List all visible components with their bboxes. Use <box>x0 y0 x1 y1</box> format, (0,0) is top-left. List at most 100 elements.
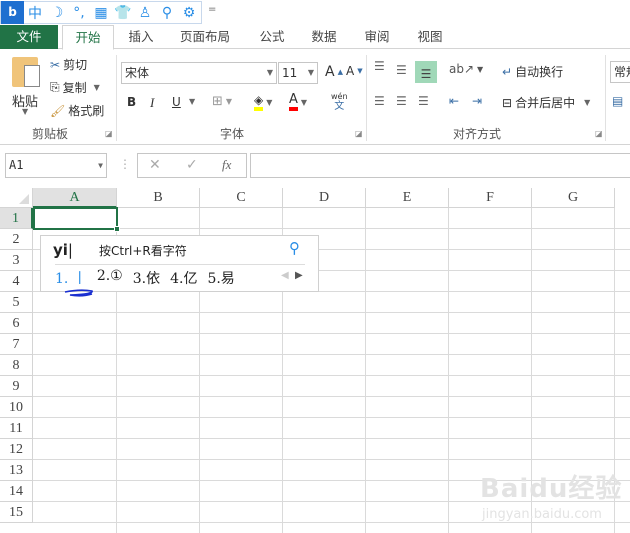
borders-icon[interactable]: ⊞ ▼ <box>212 94 232 109</box>
column-header-e[interactable]: E <box>366 188 449 208</box>
ime-toolbar: b 中 ☽ °, ▦ 👕 ♙ ⚲ ⚙ <box>0 1 202 24</box>
row-header-14[interactable]: 14 <box>0 481 33 502</box>
ime-candidate[interactable]: 5.易 <box>207 268 234 288</box>
tab-insert[interactable]: 插入 <box>118 25 164 49</box>
customize-quick-access-icon[interactable]: = <box>208 4 216 15</box>
align-center-icon[interactable]: ☰ <box>396 94 407 108</box>
soft-keyboard-icon[interactable]: ▦ <box>90 5 112 21</box>
skin-shirt-icon[interactable]: 👕 <box>112 5 134 21</box>
row-header-13[interactable]: 13 <box>0 460 33 481</box>
row-header-5[interactable]: 5 <box>0 292 33 313</box>
currency-format-icon[interactable]: ▤ <box>612 94 623 108</box>
wrap-text-button[interactable]: ↵ 自动换行 <box>502 63 563 80</box>
insert-function-icon[interactable]: fx <box>222 157 231 173</box>
copy-button[interactable]: ⎘ 复制 ▼ <box>50 79 100 96</box>
row-header-6[interactable]: 6 <box>0 313 33 334</box>
settings-gear-icon[interactable]: ⚙ <box>178 5 200 21</box>
paste-dropdown-icon[interactable]: ▼ <box>22 107 28 116</box>
selected-cell-a1[interactable] <box>33 207 120 232</box>
ime-candidate[interactable]: 1. 丨 <box>55 268 87 288</box>
next-page-icon[interactable]: ▶ <box>295 270 303 281</box>
enter-icon[interactable]: ✓ <box>186 157 198 173</box>
format-painter-button[interactable]: 🖌 格式刷 <box>50 102 104 119</box>
row-header-15[interactable]: 15 <box>0 502 33 523</box>
column-header-c[interactable]: C <box>200 188 283 208</box>
row-header-7[interactable]: 7 <box>0 334 33 355</box>
row-gridline <box>33 459 630 460</box>
tab-formulas[interactable]: 公式 <box>250 25 294 49</box>
ime-logo-icon[interactable]: b <box>1 1 24 24</box>
row-header-9[interactable]: 9 <box>0 376 33 397</box>
fill-color-button[interactable]: ◈ ▼ <box>254 93 272 111</box>
formula-input[interactable] <box>250 153 630 178</box>
format-painter-label: 格式刷 <box>68 104 105 118</box>
column-header-g[interactable]: G <box>532 188 615 208</box>
font-launcher-icon[interactable]: ◪ <box>355 129 363 138</box>
ribbon: 粘贴 ▼ ✂ 剪切 ⎘ 复制 ▼ 🖌 格式刷 剪贴板 ◪ 宋体 ▼ 11 ▼ A ▲ A ▼ B… <box>0 49 630 145</box>
italic-button[interactable]: I <box>150 95 154 111</box>
alignment-launcher-icon[interactable]: ◪ <box>595 129 603 138</box>
cancel-icon[interactable]: ✕ <box>149 157 161 173</box>
decrease-indent-icon[interactable]: ⇤ <box>449 94 459 108</box>
column-header-a[interactable]: A <box>33 188 117 208</box>
half-width-moon-icon[interactable]: ☽ <box>46 5 68 21</box>
tab-view[interactable]: 视图 <box>408 25 452 49</box>
row-header-3[interactable]: 3 <box>0 250 33 271</box>
paste-icon <box>12 57 40 87</box>
row-header-4[interactable]: 4 <box>0 271 33 292</box>
search-icon[interactable]: ⚲ <box>156 5 178 21</box>
font-size-select[interactable]: 11 ▼ <box>278 62 318 84</box>
tab-data[interactable]: 数据 <box>302 25 346 49</box>
merge-center-button[interactable]: ⊟ 合并后居中 ▼ <box>502 94 590 111</box>
tab-file[interactable]: 文件 <box>0 25 58 49</box>
row-header-1[interactable]: 1 <box>0 208 33 229</box>
ime-input-text: yi| <box>53 241 73 259</box>
orientation-icon[interactable]: ab↗ ▼ <box>449 62 483 76</box>
cut-button[interactable]: ✂ 剪切 <box>50 56 87 73</box>
punctuation-icon[interactable]: °, <box>68 5 90 21</box>
row-gridline <box>33 438 630 439</box>
tab-review[interactable]: 审阅 <box>355 25 399 49</box>
row-header-10[interactable]: 10 <box>0 397 33 418</box>
prev-page-icon[interactable]: ◀ <box>281 270 289 281</box>
phonetic-guide-button[interactable]: wén 文 <box>331 92 348 112</box>
font-name-select[interactable]: 宋体 ▼ <box>121 62 277 84</box>
column-header-b[interactable]: B <box>117 188 200 208</box>
row-header-2[interactable]: 2 <box>0 229 33 250</box>
row-gridline <box>33 417 630 418</box>
user-icon[interactable]: ♙ <box>134 5 156 21</box>
column-header-f[interactable]: F <box>449 188 532 208</box>
increase-indent-icon[interactable]: ⇥ <box>472 94 482 108</box>
scissors-icon: ✂ <box>50 57 61 72</box>
bold-button[interactable]: B <box>127 95 136 109</box>
tab-home[interactable]: 开始 <box>62 25 114 50</box>
align-top-icon[interactable]: ☰ <box>374 59 385 73</box>
align-middle-icon[interactable]: ☰ <box>396 63 407 77</box>
ime-hint: 按Ctrl+R看字符 <box>99 244 187 258</box>
decrease-font-icon[interactable]: A ▼ <box>346 64 363 78</box>
ime-candidate[interactable]: 4.亿 <box>170 268 197 288</box>
ime-candidate[interactable]: 3.依 <box>133 268 160 288</box>
row-header-8[interactable]: 8 <box>0 355 33 376</box>
row-gridline <box>33 375 630 376</box>
ime-search-icon[interactable]: ⚲ <box>289 239 300 257</box>
formula-bar-grip-icon[interactable]: ⋮ <box>119 157 131 171</box>
underline-dropdown-icon[interactable]: ▼ <box>189 97 195 106</box>
ime-candidate[interactable]: 2.① <box>97 268 123 288</box>
row-header-11[interactable]: 11 <box>0 418 33 439</box>
align-bottom-icon[interactable]: ☰ <box>415 61 437 83</box>
increase-font-icon[interactable]: A ▲ <box>325 64 343 80</box>
select-all-corner[interactable] <box>0 188 33 208</box>
column-header-d[interactable]: D <box>283 188 366 208</box>
clipboard-launcher-icon[interactable]: ◪ <box>105 129 113 138</box>
align-right-icon[interactable]: ☰ <box>418 94 429 108</box>
chinese-mode-icon[interactable]: 中 <box>24 3 46 23</box>
align-left-icon[interactable]: ☰ <box>374 94 385 108</box>
underline-button[interactable]: U <box>172 95 181 109</box>
number-format-select[interactable]: 常规 <box>610 61 630 83</box>
name-box[interactable]: A1 ▼ <box>5 153 107 178</box>
tab-page-layout[interactable]: 页面布局 <box>172 25 238 49</box>
quick-access-bar: b 中 ☽ °, ▦ 👕 ♙ ⚲ ⚙ = <box>0 0 630 25</box>
row-header-12[interactable]: 12 <box>0 439 33 460</box>
font-color-button[interactable]: A ▼ <box>289 93 307 111</box>
